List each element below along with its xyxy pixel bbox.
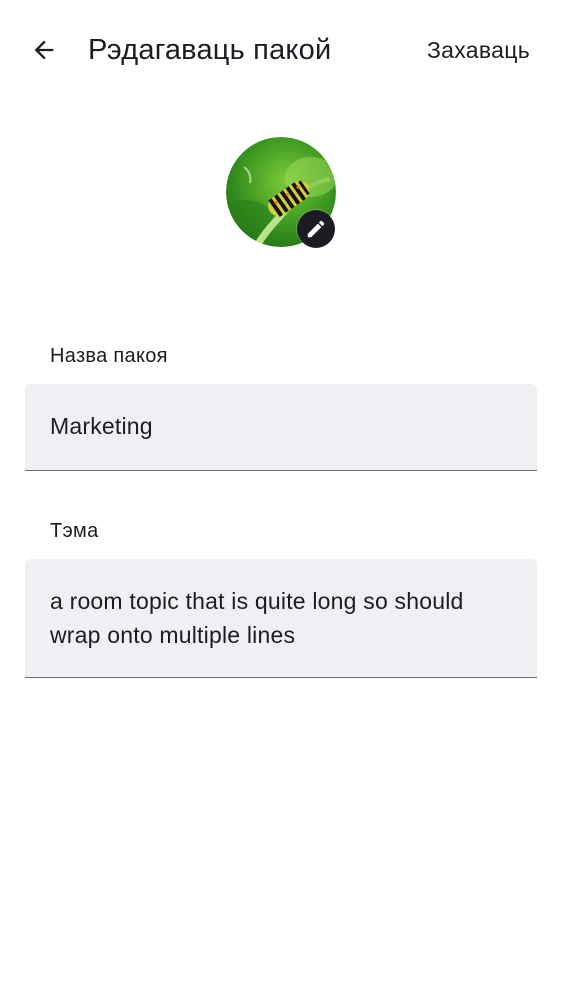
save-button[interactable]: Захаваць (427, 33, 530, 67)
page-title: Рэдагаваць пакой (88, 34, 332, 66)
back-button[interactable] (22, 28, 66, 72)
top-app-bar: Рэдагаваць пакой Захаваць (0, 0, 562, 100)
room-name-label: Назва пакоя (50, 345, 168, 367)
pencil-icon (307, 220, 325, 238)
topic-field[interactable]: a room topic that is quite long so shoul… (25, 559, 537, 678)
room-name-value: Marketing (50, 413, 153, 439)
topic-value: a room topic that is quite long so shoul… (50, 588, 464, 648)
edit-avatar-button[interactable] (297, 210, 335, 248)
arrow-left-icon (34, 40, 54, 60)
room-name-field[interactable]: Marketing (25, 384, 537, 471)
room-avatar-edit[interactable] (226, 137, 336, 248)
topic-label: Тэма (50, 520, 99, 542)
